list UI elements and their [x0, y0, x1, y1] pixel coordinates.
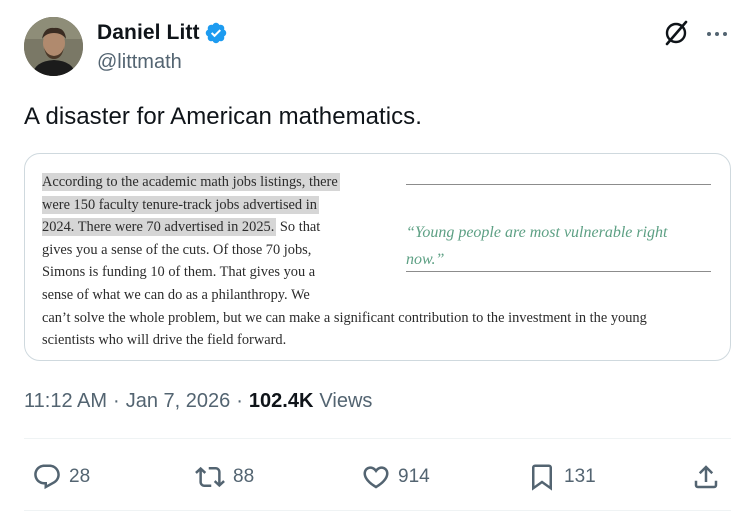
- article-line: 2024. There were 70 advertised in 2025. …: [42, 216, 320, 239]
- avatar-image: [24, 17, 83, 76]
- bookmark-count: 131: [564, 466, 596, 487]
- reply-count: 28: [69, 466, 91, 487]
- heart-icon: [363, 466, 389, 489]
- like-button[interactable]: 914: [361, 456, 430, 498]
- article-line: sense of what we can do as a philanthrop…: [42, 284, 310, 307]
- article-line: were 150 faculty tenure-track jobs adver…: [42, 194, 319, 217]
- tweet-meta: 11:12 AM · Jan 7, 2026 · 102.4K Views: [24, 390, 372, 413]
- meta-separator: ·: [113, 390, 120, 412]
- article-line: scientists who will drive the field forw…: [42, 329, 286, 352]
- name-row: Daniel Litt: [97, 20, 228, 46]
- article-line-highlight: were 150 faculty tenure-track jobs adver…: [42, 195, 319, 214]
- tweet-date[interactable]: Jan 7, 2026: [126, 390, 231, 413]
- author-display-name[interactable]: Daniel Litt: [97, 21, 200, 45]
- action-bar: 28 88 914 131: [24, 456, 731, 498]
- author-block: Daniel Litt @littmath: [97, 20, 228, 74]
- verified-badge-icon[interactable]: [204, 21, 228, 45]
- tweet-media-image[interactable]: According to the academic math jobs list…: [24, 153, 731, 361]
- bookmark-icon: [532, 464, 552, 491]
- views-label: Views: [319, 390, 373, 412]
- article-line-text: So that: [276, 219, 321, 236]
- pull-quote-rule-top: [406, 184, 711, 185]
- tweet-text: A disaster for American mathematics.: [24, 103, 422, 130]
- article-line-text: Simons is funding 10 of them. That gives…: [42, 264, 316, 281]
- article-line-text: sense of what we can do as a philanthrop…: [42, 287, 310, 303]
- repost-count: 88: [233, 466, 255, 487]
- bookmark-button[interactable]: 131: [527, 456, 596, 498]
- author-handle[interactable]: @littmath: [97, 51, 228, 74]
- article-line: gives you a sense of the cuts. Of those …: [42, 239, 311, 262]
- share-icon: [694, 465, 718, 489]
- article-line-text: can’t solve the whole problem, but we ca…: [42, 309, 647, 326]
- divider-top: [24, 438, 731, 439]
- pull-quote-rule-bottom: [406, 271, 711, 272]
- tweet-header: Daniel Litt @littmath: [24, 17, 731, 79]
- article-line: According to the academic math jobs list…: [42, 171, 340, 194]
- meta-separator: ·: [236, 390, 243, 412]
- repost-icon: [195, 466, 225, 488]
- views-count: 102.4K: [248, 390, 314, 412]
- article-line-text: scientists who will drive the field forw…: [42, 332, 287, 349]
- grok-icon[interactable]: [663, 19, 689, 47]
- article-line-highlight: 2024. There were 70 advertised in 2025.: [42, 218, 277, 237]
- tweet-time[interactable]: 11:12 AM: [24, 390, 107, 413]
- share-button[interactable]: [691, 456, 721, 498]
- pull-quote: “Young people are most vulnerable right …: [406, 224, 668, 268]
- avatar[interactable]: [24, 17, 83, 76]
- article-line-highlight: According to the academic math jobs list…: [42, 173, 340, 191]
- more-icon[interactable]: [705, 22, 729, 46]
- reply-icon: [34, 464, 60, 490]
- like-count: 914: [398, 466, 430, 487]
- divider-bottom: [24, 510, 731, 511]
- article-line: Simons is funding 10 of them. That gives…: [42, 261, 315, 284]
- article-line-text: gives you a sense of the cuts. Of those …: [42, 241, 312, 258]
- repost-button[interactable]: 88: [194, 456, 254, 498]
- article-line: can’t solve the whole problem, but we ca…: [42, 307, 647, 330]
- reply-button[interactable]: 28: [32, 456, 90, 498]
